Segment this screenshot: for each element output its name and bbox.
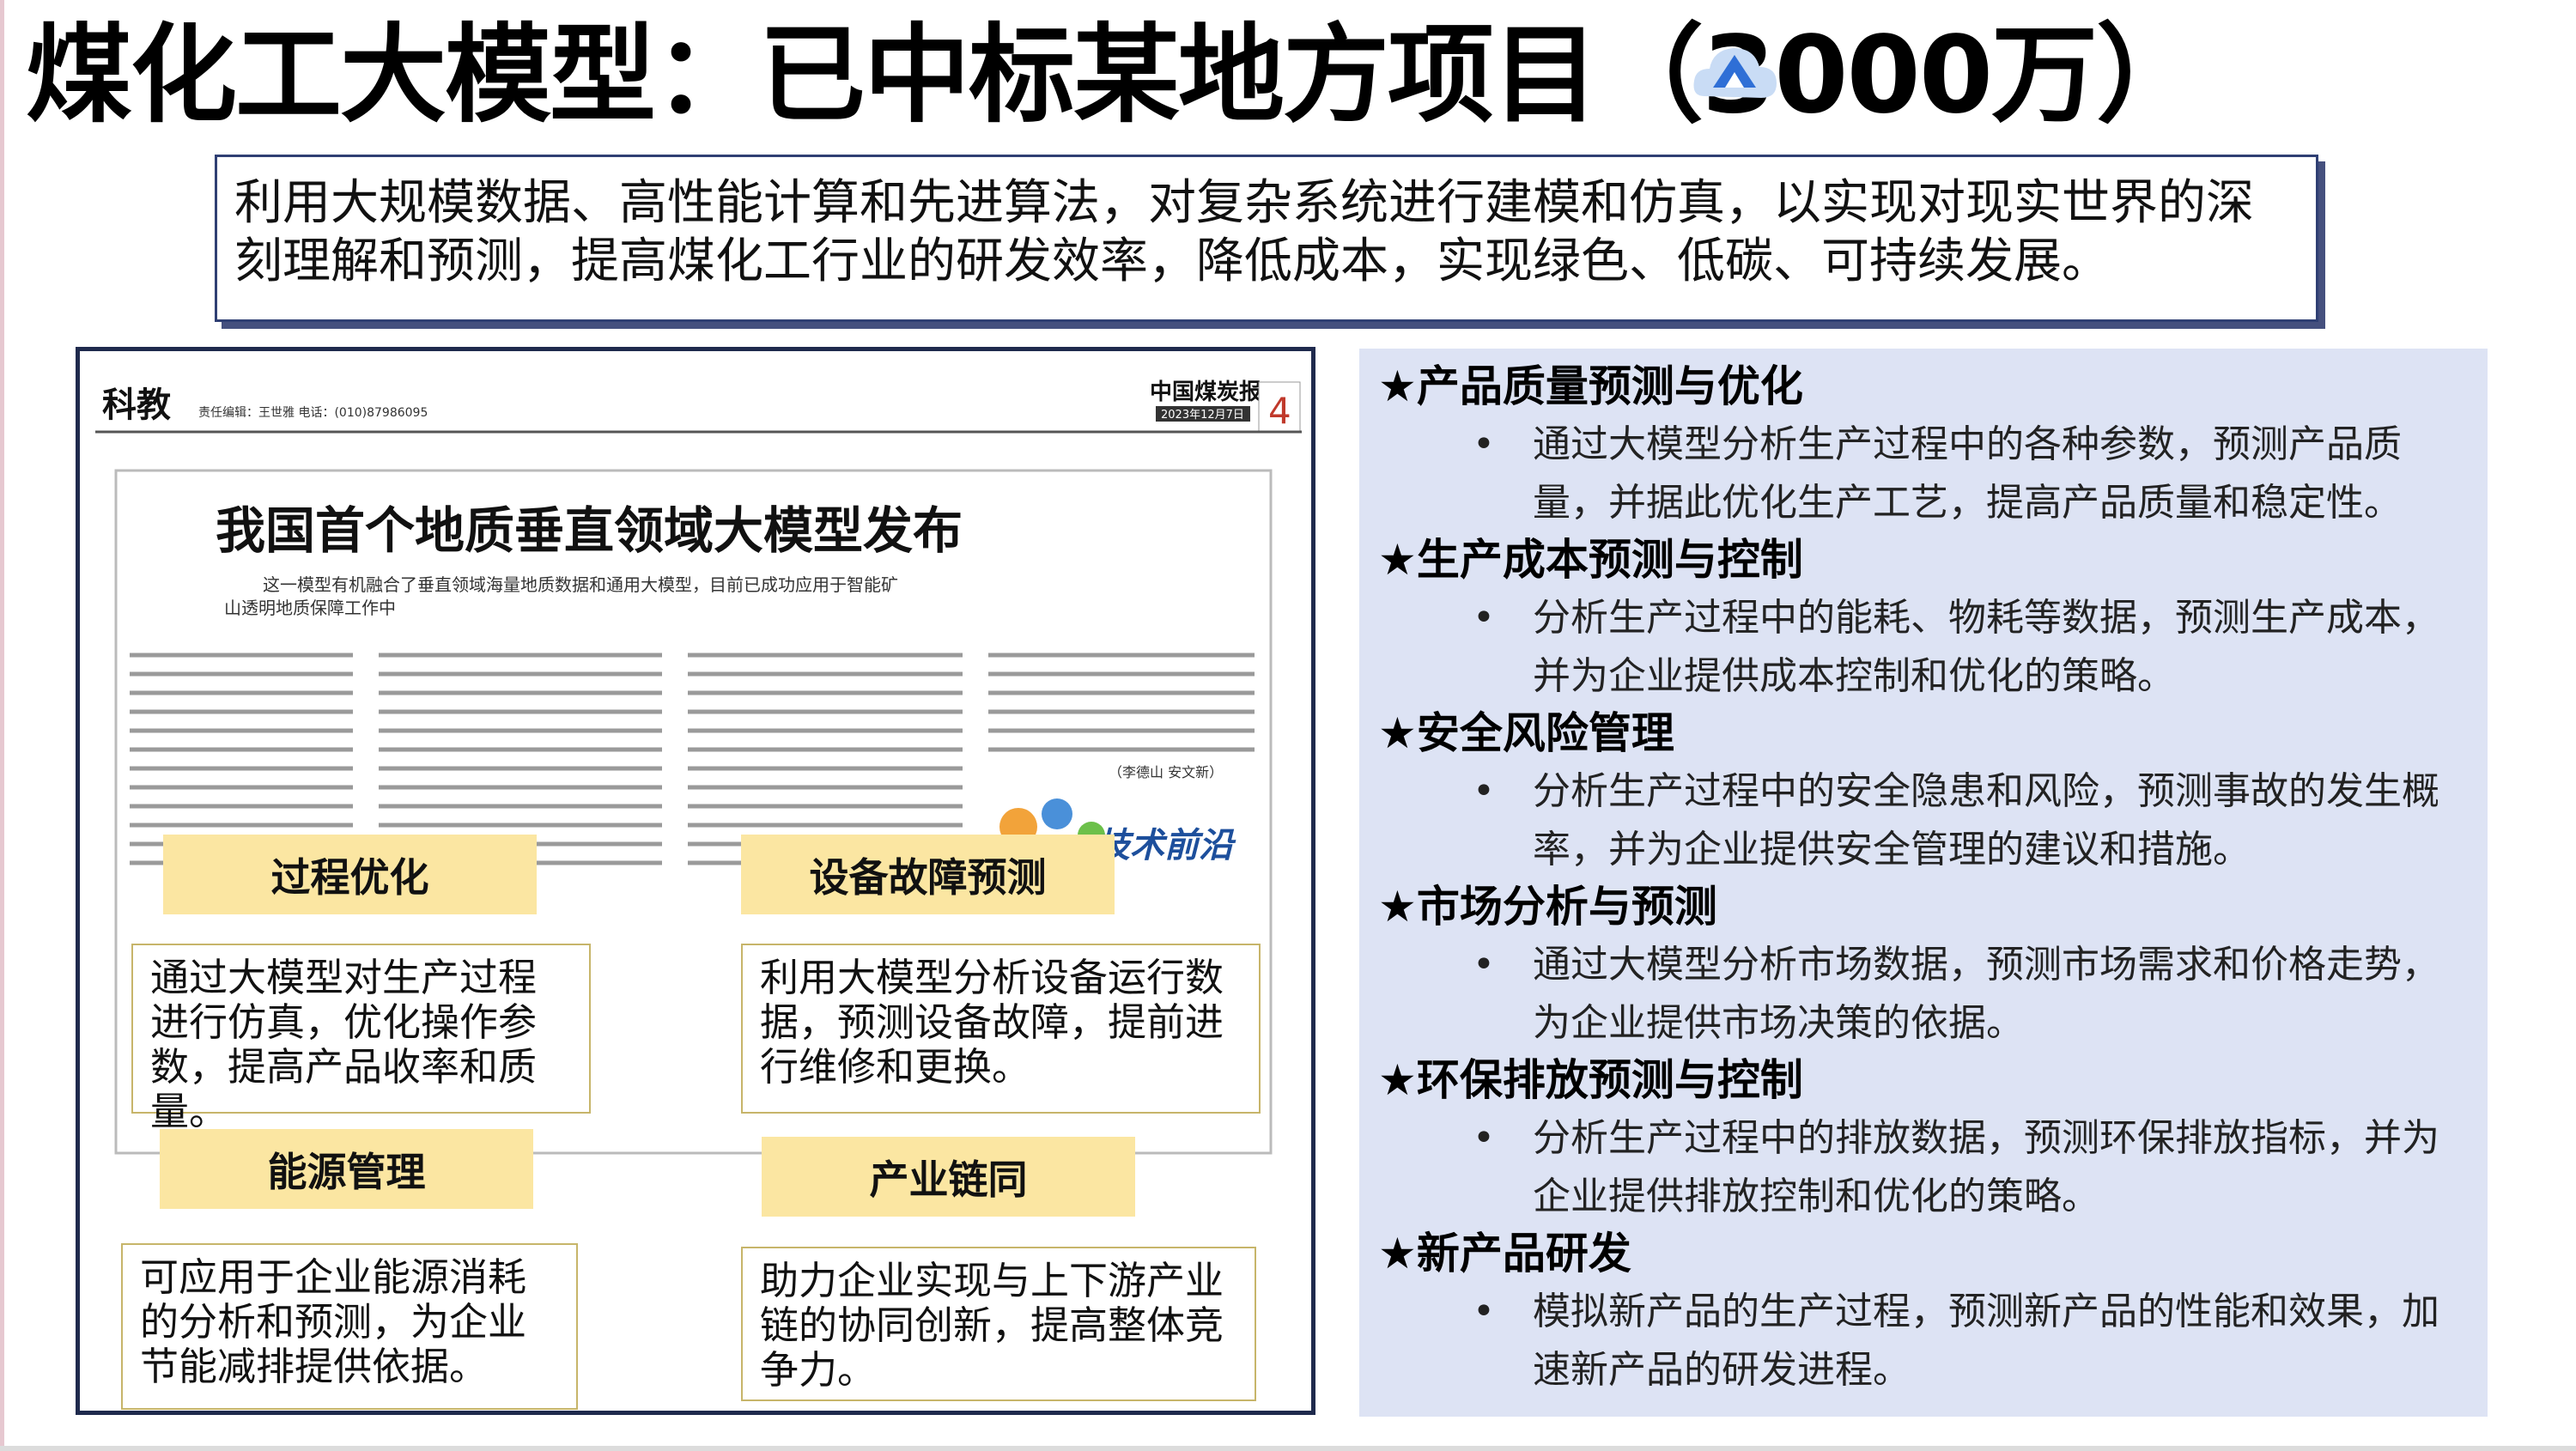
bullet-icon: • [1473,422,1495,466]
section-title: ★产品质量预测与优化 [1378,361,1803,411]
slide-bottom-edge [0,1446,2576,1451]
section-text: 分析生产过程中的安全隐患和风险，预测事故的发生概率，并为企业提供安全管理的建议和… [1533,769,2439,871]
card-title-industry-chain-synergy: 产业链同 [762,1137,1135,1217]
card-text-equipment-fault-prediction: 利用大模型分析设备运行数据，预测设备故障，提前进行维修和更换。 [741,944,1261,1114]
section-market-analysis: ★市场分析与预测 • 通过大模型分析市场数据，预测市场需求和价格走势，为企业提供… [1378,879,2476,1053]
slide-left-edge [0,0,4,1451]
card-text-energy-management: 可应用于企业能源消耗的分析和预测，为企业节能减排提供依据。 [121,1243,578,1410]
card-title-process-optimization: 过程优化 [163,835,537,914]
card-title-energy-management: 能源管理 [160,1129,533,1209]
section-emission-control: ★环保排放预测与控制 • 分析生产过程中的排放数据，预测环保排放指标，并为企业提… [1378,1053,2476,1226]
bullet-icon: • [1473,1116,1495,1160]
summary-text: 利用大规模数据、高性能计算和先进算法，对复杂系统进行建模和仿真，以实现对现实世界… [234,175,2254,289]
section-new-product-rd: ★新产品研发 • 模拟新产品的生产过程，预测新产品的性能和效果，加速新产品的研发… [1378,1226,2476,1399]
left-panel: 科教 责任编辑：王世雅 电话：(010)87986095 中国煤炭报 2023年… [76,347,1315,1415]
section-title: ★环保排放预测与控制 [1378,1055,1803,1105]
section-quality-prediction: ★产品质量预测与优化 • 通过大模型分析生产过程中的各种参数，预测产品质量，并据… [1378,359,2476,532]
newspaper-editor-line: 责任编辑：王世雅 电话：(010)87986095 [198,406,428,420]
section-title: ★市场分析与预测 [1378,882,1717,932]
card-text-process-optimization: 通过大模型对生产过程进行仿真，优化操作参数，提高产品收率和质量。 [131,944,591,1134]
tech-tag: 技术前沿 [1096,826,1236,865]
article-author: （李德山 安文新） [1109,764,1223,780]
section-text: 分析生产过程中的能耗、物耗等数据，预测生产成本，并为企业提供成本控制和优化的策略… [1533,596,2439,698]
newspaper-subheadline-2: 山透明地质保障工作中 [224,598,396,618]
newspaper-section: 科教 [102,386,171,425]
newspaper-masthead: 中国煤炭报 [1150,379,1261,405]
card-title-equipment-fault-prediction: 设备故障预测 [741,835,1115,914]
newspaper-page-number: 4 [1268,390,1291,432]
bullet-icon: • [1473,1290,1495,1333]
card-text-industry-chain-synergy: 助力企业实现与上下游产业链的协同创新，提高整体竞争力。 [741,1247,1256,1401]
section-title: ★生产成本预测与控制 [1378,535,1803,585]
newspaper-headline: 我国首个地质垂直领域大模型发布 [216,501,963,560]
section-safety-risk: ★安全风险管理 • 分析生产过程中的安全隐患和风险，预测事故的发生概率，并为企业… [1378,706,2476,879]
section-text: 通过大模型分析市场数据，预测市场需求和价格走势，为企业提供市场决策的依据。 [1533,943,2439,1045]
section-text: 模拟新产品的生产过程，预测新产品的性能和效果，加速新产品的研发进程。 [1533,1290,2439,1392]
newspaper-date: 2023年12月7日 [1161,409,1244,422]
cloud-logo-icon [1693,48,1777,98]
section-text: 通过大模型分析生产过程中的各种参数，预测产品质量，并据此优化生产工艺，提高产品质… [1533,422,2402,525]
slide-title: 煤化工大模型：已中标某地方项目（3000万） [26,14,2202,137]
bullet-icon: • [1473,596,1495,640]
bullet-icon: • [1473,943,1495,987]
section-text: 分析生产过程中的排放数据，预测环保排放指标，并为企业提供排放控制和优化的策略。 [1533,1116,2439,1218]
section-title: ★新产品研发 [1378,1229,1631,1278]
newspaper-subheadline-1: 这一模型有机融合了垂直领域海量地质数据和通用大模型，目前已成功应用于智能矿 [263,574,898,595]
section-title: ★安全风险管理 [1378,708,1674,758]
bullet-icon: • [1473,769,1495,813]
summary-box: 利用大规模数据、高性能计算和先进算法，对复杂系统进行建模和仿真，以实现对现实世界… [215,155,2318,322]
section-cost-prediction: ★生产成本预测与控制 • 分析生产过程中的能耗、物耗等数据，预测生产成本，并为企… [1378,532,2476,706]
right-panel: ★产品质量预测与优化 • 通过大模型分析生产过程中的各种参数，预测产品质量，并据… [1359,349,2488,1417]
